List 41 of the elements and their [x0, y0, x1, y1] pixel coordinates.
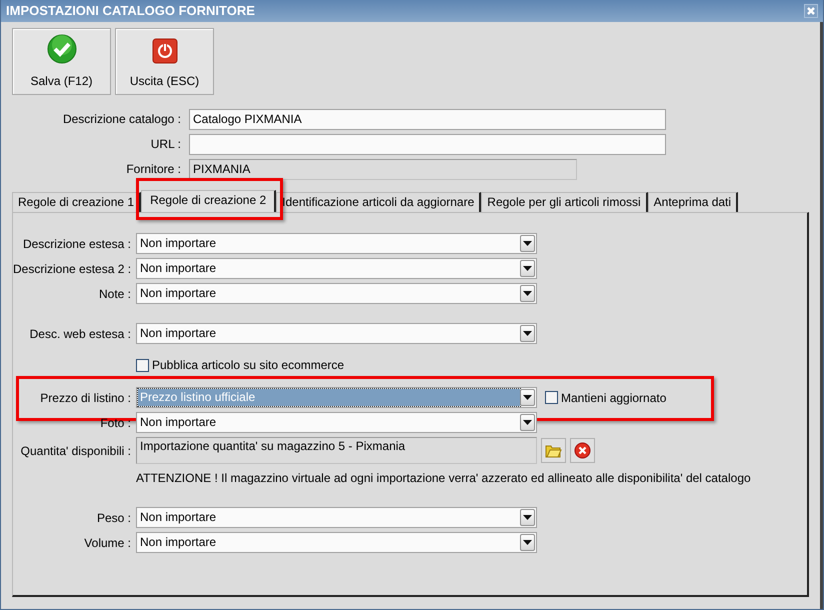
- checkbox-label: Mantieni aggiornato: [561, 390, 666, 406]
- clear-icon: [574, 442, 591, 459]
- checkbox[interactable]: [545, 391, 558, 404]
- tab[interactable]: Regole di creazione 2: [141, 190, 276, 212]
- field-label: Desc. web estesa :: [28, 326, 132, 342]
- save-button[interactable]: Salva (F12): [12, 28, 111, 95]
- checkbox[interactable]: [136, 358, 149, 372]
- dropdown[interactable]: Non importare: [136, 507, 537, 528]
- tab[interactable]: Regole di creazione 1: [12, 192, 142, 212]
- warning-text: ATTENZIONE ! Il magazzino virtuale ad ogni importazione verra' azzerato ed allineato alle disponibilita' del catalogo: [136, 470, 751, 487]
- field-label: Quantita' disponibili :: [20, 442, 132, 460]
- field-label: Peso :: [96, 510, 132, 526]
- field-label: Descrizione estesa :: [22, 236, 132, 252]
- field-label: URL :: [150, 136, 182, 153]
- field-label: Prezzo di listino :: [39, 390, 132, 406]
- power-icon: [152, 38, 178, 64]
- close-button[interactable]: [804, 4, 818, 18]
- field-label: Note :: [98, 286, 132, 302]
- dropdown[interactable]: Non importare: [136, 412, 537, 433]
- field-label: Descrizione catalogo :: [62, 111, 182, 128]
- dropdown[interactable]: Non importare: [136, 532, 537, 553]
- dropdown[interactable]: Non importare: [136, 323, 537, 344]
- window-title: IMPOSTAZIONI CATALOGO FORNITORE: [6, 2, 255, 20]
- folder-icon: [545, 443, 562, 458]
- tab[interactable]: Identificazione articoli da aggiornare: [276, 192, 482, 212]
- dropdown[interactable]: Non importare: [136, 233, 537, 254]
- clear-button[interactable]: [570, 438, 595, 463]
- exit-button[interactable]: Uscita (ESC): [115, 28, 214, 95]
- tab[interactable]: Anteprima dati: [648, 192, 738, 212]
- dropdown[interactable]: Non importare: [136, 258, 537, 279]
- input-field: Importazione quantita' su magazzino 5 - Pixmania: [136, 437, 537, 464]
- dropdown[interactable]: Non importare: [136, 283, 537, 304]
- field-label: Volume :: [83, 534, 132, 552]
- field-label: Descrizione estesa 2 :: [13, 260, 132, 278]
- check-icon: [46, 34, 76, 64]
- input-field[interactable]: Catalogo PIXMANIA: [189, 108, 666, 130]
- input-field: PIXMANIA: [189, 158, 577, 180]
- checkbox-label: Pubblica articolo su sito ecommerce: [152, 357, 344, 374]
- field-label: Fornitore :: [125, 161, 182, 178]
- tab[interactable]: Regole per gli articoli rimossi: [481, 192, 648, 212]
- input-field[interactable]: [189, 134, 666, 154]
